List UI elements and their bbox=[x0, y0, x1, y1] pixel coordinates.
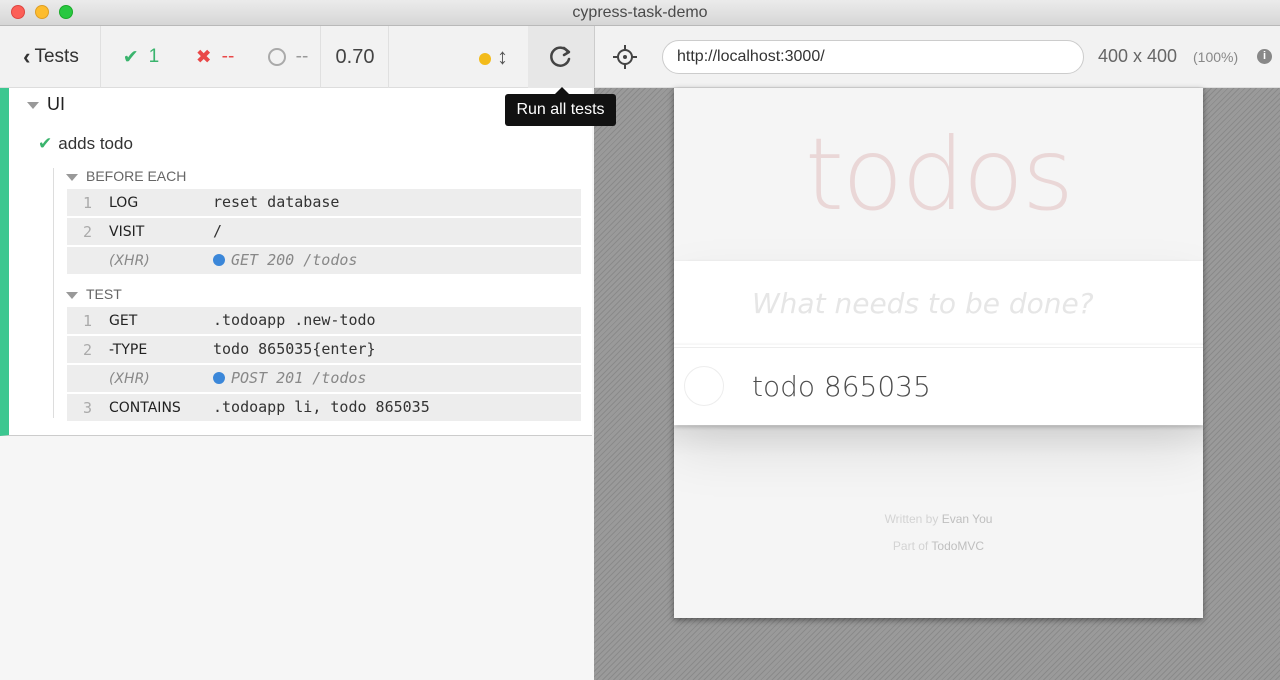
command-row[interactable]: 2 VISIT / bbox=[67, 218, 581, 246]
footer-shadow bbox=[674, 426, 1203, 456]
collapse-triangle-icon bbox=[66, 291, 78, 299]
back-to-tests-button[interactable]: ‹ Tests bbox=[8, 26, 94, 88]
hook-header-before-each[interactable]: BEFORE EACH bbox=[66, 168, 186, 184]
selector-playground-crosshair-icon[interactable] bbox=[612, 44, 638, 70]
new-todo-input[interactable] bbox=[674, 261, 1203, 345]
xhr-status-dot bbox=[213, 372, 225, 384]
url-field[interactable]: http://localhost:3000/ bbox=[662, 40, 1084, 74]
command-row[interactable]: 1 LOG reset database bbox=[67, 189, 581, 217]
failed-count: ✖ -- bbox=[195, 46, 235, 68]
check-icon: ✔ bbox=[122, 46, 139, 68]
command-row[interactable]: 3 CONTAINS .todoapp li, todo 865035 bbox=[67, 394, 581, 422]
command-row[interactable]: 1 GET .todoapp .new-todo bbox=[67, 307, 581, 335]
restart-icon bbox=[550, 46, 571, 67]
auto-scroll-toggle-icon[interactable]: ↕ bbox=[497, 44, 508, 70]
todo-card: todo 865035 bbox=[674, 261, 1203, 425]
aut-iframe: todos todo 865035 Written by Evan You Pa… bbox=[674, 88, 1203, 618]
back-label: Tests bbox=[34, 46, 79, 67]
hook-divider bbox=[53, 168, 54, 418]
x-icon: ✖ bbox=[195, 46, 212, 68]
suite-title[interactable]: UI bbox=[27, 94, 65, 115]
command-row-xhr[interactable]: (XHR) GET 200 /todos bbox=[67, 247, 581, 275]
collapse-triangle-icon bbox=[27, 101, 39, 109]
passed-count: ✔ 1 bbox=[122, 46, 160, 68]
test-title[interactable]: ✔ adds todo bbox=[38, 134, 133, 154]
info-written-by: Written by Evan You bbox=[884, 512, 993, 526]
window-titlebar: cypress-task-demo bbox=[0, 0, 1280, 26]
todo-label: todo 865035 bbox=[752, 370, 931, 403]
info-icon[interactable]: i bbox=[1257, 49, 1272, 64]
author-link[interactable]: Evan You bbox=[942, 512, 993, 526]
pending-count: -- bbox=[256, 26, 320, 88]
todo-item[interactable]: todo 865035 bbox=[674, 347, 1203, 425]
hook-header-test[interactable]: TEST bbox=[66, 286, 122, 302]
run-all-tests-button[interactable] bbox=[528, 26, 594, 88]
info-part-of: Part of TodoMVC bbox=[892, 539, 985, 553]
chevron-left-icon: ‹ bbox=[23, 44, 31, 69]
collapse-triangle-icon bbox=[66, 173, 78, 181]
command-row-xhr[interactable]: (XHR) POST 201 /todos bbox=[67, 365, 581, 393]
run-all-tooltip: Run all tests bbox=[505, 87, 616, 126]
todo-toggle-checkbox[interactable] bbox=[684, 366, 724, 406]
viewport-scale: (100%) bbox=[1193, 49, 1239, 65]
runnable-suite: UI ✔ adds todo BEFORE EACH 1 LOG reset da… bbox=[0, 88, 592, 436]
duration: 0.70 bbox=[335, 45, 375, 68]
command-row[interactable]: 2 -TYPE todo 865035{enter} bbox=[67, 336, 581, 364]
running-status-dot bbox=[479, 53, 491, 65]
reporter-body: UI ✔ adds todo BEFORE EACH 1 LOG reset da… bbox=[0, 88, 594, 680]
viewport-size: 400 x 400 bbox=[1098, 46, 1178, 66]
check-icon: ✔ bbox=[38, 134, 53, 153]
window-title: cypress-task-demo bbox=[572, 4, 708, 21]
xhr-status-dot bbox=[213, 254, 225, 266]
todomvc-link[interactable]: TodoMVC bbox=[931, 539, 984, 553]
todos-title: todos bbox=[804, 116, 1074, 233]
pending-ring-icon bbox=[267, 48, 286, 66]
